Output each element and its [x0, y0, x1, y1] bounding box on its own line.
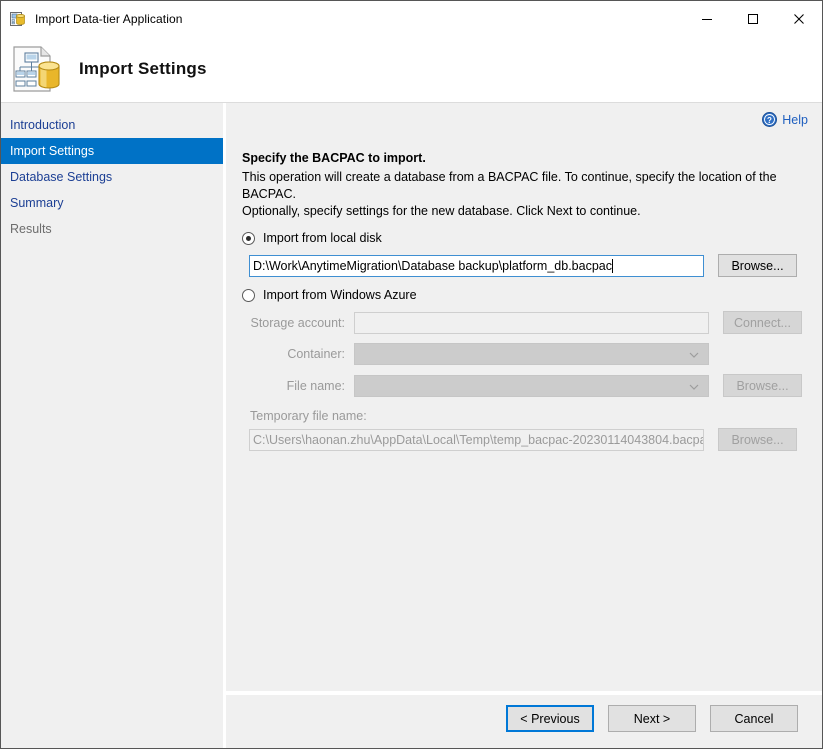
- browse-local-path-button[interactable]: Browse...: [718, 254, 797, 277]
- storage-account-input: [354, 311, 709, 334]
- previous-button[interactable]: < Previous: [506, 705, 594, 732]
- page-header: Import Settings: [1, 36, 822, 103]
- form-description-line-1: This operation will create a database fr…: [242, 170, 777, 201]
- window-body: Introduction Import Settings Database Se…: [1, 103, 822, 748]
- window-controls: [684, 1, 822, 36]
- data-tier-application-icon: [10, 11, 26, 27]
- temporary-file-name-row: C:\Users\haonan.zhu\AppData\Local\Temp\t…: [242, 428, 812, 451]
- wizard-footer: < Previous Next > Cancel: [226, 695, 822, 748]
- file-name-label: File name:: [286, 378, 345, 393]
- wizard-right-pane: ? Help Specify the BACPAC to import. Thi…: [226, 103, 822, 748]
- radio-button-azure-indicator[interactable]: [242, 288, 255, 302]
- temporary-file-name-label: Temporary file name:: [250, 409, 367, 423]
- next-button[interactable]: Next >: [608, 705, 696, 732]
- sidebar-item-import-settings[interactable]: Import Settings: [1, 138, 223, 164]
- browse-azure-file-button: Browse...: [723, 374, 802, 397]
- connect-button: Connect...: [723, 311, 802, 334]
- radio-label-azure: Import from Windows Azure: [263, 288, 417, 302]
- help-link-label: Help: [782, 112, 808, 127]
- container-row: Container:: [242, 343, 812, 365]
- sidebar-item-summary[interactable]: Summary: [1, 190, 223, 216]
- import-settings-database-icon: [11, 45, 67, 93]
- close-button[interactable]: [776, 1, 822, 36]
- radio-label-local-disk: Import from local disk: [263, 231, 382, 245]
- radio-import-from-windows-azure[interactable]: Import from Windows Azure: [242, 288, 812, 302]
- content-panel: ? Help Specify the BACPAC to import. Thi…: [226, 103, 822, 691]
- chevron-down-icon: [689, 352, 699, 358]
- minimize-button[interactable]: [684, 1, 730, 36]
- title-bar: Import Data-tier Application: [1, 1, 822, 36]
- temporary-file-name-input: C:\Users\haonan.zhu\AppData\Local\Temp\t…: [249, 428, 704, 451]
- sidebar-item-introduction[interactable]: Introduction: [1, 112, 223, 138]
- text-cursor: [611, 258, 613, 273]
- help-link[interactable]: ? Help: [762, 112, 808, 127]
- file-name-combobox: [354, 374, 709, 397]
- svg-text:?: ?: [767, 116, 772, 125]
- radio-import-from-local-disk[interactable]: Import from local disk: [242, 231, 812, 245]
- form-lead-text: Specify the BACPAC to import.: [242, 151, 426, 165]
- container-combobox: [354, 343, 709, 365]
- file-name-row: File name: Browse...: [242, 374, 812, 397]
- radio-button-local-disk-indicator[interactable]: [242, 231, 255, 245]
- chevron-down-icon: [689, 384, 699, 390]
- import-data-tier-application-window: Import Data-tier Application Import Sett…: [0, 0, 823, 749]
- cancel-button[interactable]: Cancel: [710, 705, 798, 732]
- import-settings-form: Specify the BACPAC to import. This opera…: [242, 151, 812, 451]
- local-path-input[interactable]: [249, 254, 704, 277]
- local-path-row: Browse...: [242, 254, 812, 277]
- browse-temporary-file-button: Browse...: [718, 428, 797, 451]
- storage-account-label: Storage account:: [250, 315, 345, 330]
- storage-account-row: Storage account: Connect...: [242, 311, 812, 334]
- sidebar-item-database-settings[interactable]: Database Settings: [1, 164, 223, 190]
- form-description-line-2: Optionally, specify settings for the new…: [242, 204, 641, 218]
- window-title: Import Data-tier Application: [35, 11, 183, 26]
- sidebar-item-results: Results: [10, 222, 52, 236]
- container-label: Container:: [287, 347, 345, 361]
- footer-button-group: < Previous Next > Cancel: [506, 705, 798, 732]
- local-path-input-wrapper: [249, 254, 704, 277]
- page-title: Import Settings: [79, 59, 207, 78]
- wizard-steps-sidebar: Introduction Import Settings Database Se…: [1, 103, 223, 748]
- maximize-button[interactable]: [730, 1, 776, 36]
- help-circle-icon: ?: [762, 112, 778, 127]
